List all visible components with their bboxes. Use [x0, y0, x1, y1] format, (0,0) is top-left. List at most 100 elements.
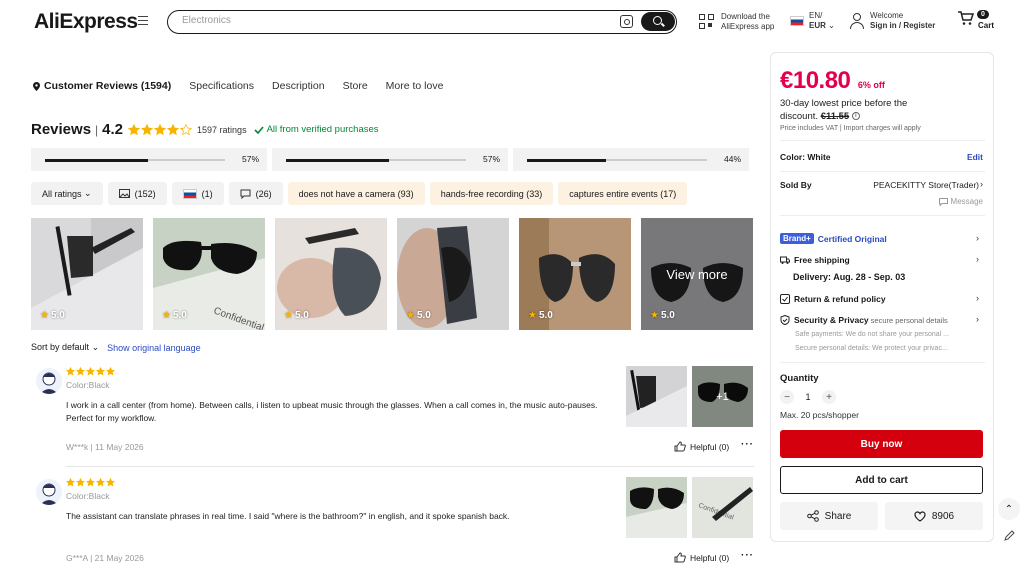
menu-icon[interactable] — [138, 16, 148, 25]
return-policy-row[interactable]: Return & refund policy — [780, 294, 886, 304]
sort-bar: Sort by default ⌄ Show original language — [31, 342, 201, 353]
shield-icon — [780, 315, 790, 325]
lowest-price-note: 30-day lowest price before the discount.… — [780, 98, 908, 122]
increase-quantity-button[interactable]: + — [822, 390, 836, 404]
rating-stars — [128, 123, 193, 136]
search-icon — [653, 16, 662, 25]
sort-dropdown[interactable]: Sort by default ⌄ — [31, 342, 99, 353]
review-thumbnail[interactable]: Confidential — [692, 477, 753, 538]
tab-store[interactable]: Store — [343, 80, 368, 92]
star-icon — [86, 478, 95, 487]
slovakia-flag-icon — [790, 16, 804, 26]
tab-customer-reviews[interactable]: Customer Reviews (1594) — [33, 80, 171, 92]
edit-color-link[interactable]: Edit — [967, 152, 983, 162]
star-icon — [76, 478, 85, 487]
review-filters: All ratings ⌄ (152) (1) (26) does not ha… — [31, 182, 692, 205]
chevron-right-icon: › — [976, 314, 979, 324]
review-photo[interactable]: ★ 5.0 — [31, 218, 143, 330]
filter-photos[interactable]: (152) — [107, 182, 167, 205]
truck-icon — [780, 256, 790, 264]
sold-by-label: Sold By — [780, 180, 812, 190]
divider — [780, 140, 985, 141]
review-photo[interactable]: ★ 5.0 — [397, 218, 509, 330]
star-icon — [106, 367, 115, 376]
cart-button[interactable]: 0 Cart — [957, 10, 994, 31]
search-input[interactable] — [182, 15, 602, 26]
avatar — [36, 368, 62, 394]
review-stars — [66, 478, 116, 487]
review-photo[interactable]: ★ 5.0 — [275, 218, 387, 330]
review-thumbnail[interactable] — [626, 366, 687, 427]
decrease-quantity-button[interactable]: − — [780, 390, 794, 404]
download-app-link[interactable]: Download the AliExpress app — [699, 12, 774, 32]
search-button[interactable] — [641, 12, 675, 31]
price: €10.80 — [780, 67, 851, 94]
tab-description[interactable]: Description — [272, 80, 325, 92]
rating-bar-fill — [45, 158, 148, 162]
filter-comments[interactable]: (26) — [228, 182, 283, 205]
add-to-cart-button[interactable]: Add to cart — [780, 466, 983, 494]
image-search-icon[interactable] — [620, 15, 633, 28]
delivery-estimate: Delivery: Aug. 28 - Sep. 03 — [793, 272, 906, 282]
thumbs-up-icon — [674, 552, 686, 563]
chevron-right-icon: › — [976, 293, 979, 303]
slovakia-flag-icon — [182, 188, 197, 199]
star-icon: ★ — [162, 310, 171, 321]
aliexpress-logo[interactable]: AliExpress — [34, 10, 138, 34]
scroll-to-top-button[interactable]: ⌃ — [998, 498, 1020, 520]
free-shipping-row[interactable]: Free shipping — [780, 255, 850, 265]
review-photo[interactable]: ★ 5.0 — [519, 218, 631, 330]
share-button[interactable]: Share — [780, 502, 878, 530]
review-thumbnail[interactable] — [626, 477, 687, 538]
more-photos-count: +1 — [692, 366, 753, 427]
filter-tag-captures-events[interactable]: captures entire events (17) — [558, 182, 688, 205]
brand-plus-badge: Brand+ — [780, 233, 814, 244]
tab-specifications[interactable]: Specifications — [189, 80, 254, 92]
message-button[interactable]: Message — [938, 197, 983, 206]
star-icon — [96, 367, 105, 376]
review-text: The assistant can translate phrases in r… — [66, 511, 510, 521]
location-pin-icon — [33, 81, 40, 91]
filter-country[interactable]: (1) — [171, 182, 224, 205]
review-text: I work in a call center (from home). Bet… — [66, 400, 598, 423]
brand-certified-row[interactable]: Brand+ Certified Original — [780, 233, 887, 244]
filter-tag-no-camera[interactable]: does not have a camera (93) — [287, 182, 425, 205]
buy-now-button[interactable]: Buy now — [780, 430, 983, 458]
secure-details-note: Secure personal details: We protect your… — [795, 345, 948, 352]
account-menu[interactable]: Welcome Sign in / Register — [850, 11, 935, 31]
star-icon: ★ — [40, 310, 49, 321]
welcome-text: Welcome — [870, 11, 904, 20]
review-thumbnail-more[interactable]: +1 — [692, 366, 753, 427]
security-privacy-row[interactable]: Security & Privacy secure personal detai… — [780, 315, 948, 325]
discount-badge: 6% off — [857, 80, 885, 90]
signin-link[interactable]: Sign in / Register — [870, 21, 935, 30]
filter-tag-hands-free[interactable]: hands-free recording (33) — [429, 182, 554, 205]
feedback-edit-button[interactable] — [998, 524, 1020, 546]
chevron-right-icon: › — [980, 179, 983, 189]
tab-more-to-love[interactable]: More to love — [386, 80, 444, 92]
app-line1: Download the — [721, 12, 770, 21]
review-photo-view-more[interactable]: View more ★ 5.0 — [641, 218, 753, 330]
helpful-button[interactable]: Helpful (0) — [674, 552, 729, 563]
store-link[interactable]: PEACEKITTY Store(Trader) — [873, 180, 979, 190]
average-score: 4.2 — [102, 121, 124, 138]
star-icon — [128, 123, 141, 135]
rating-bar: 57% — [31, 148, 267, 171]
wishlist-button[interactable]: 8906 — [885, 502, 983, 530]
language-currency-selector[interactable]: EN/ EUR ⌄ — [790, 11, 835, 31]
helpful-button[interactable]: Helpful (0) — [674, 441, 729, 452]
more-options-icon[interactable]: ··· — [741, 439, 754, 450]
image-icon — [118, 189, 130, 198]
info-icon[interactable]: i — [851, 112, 860, 121]
more-options-icon[interactable]: ··· — [741, 550, 754, 561]
rating-bars: 57% 57% 44% — [31, 148, 754, 171]
divider — [780, 171, 985, 172]
quantity-value[interactable]: 1 — [794, 392, 822, 402]
rating-bar: 44% — [513, 148, 749, 171]
review-photo[interactable]: Confidential ★ 5.0 — [153, 218, 265, 330]
checkmark-icon — [254, 125, 264, 134]
review-item: Color:Black The assistant can translate … — [36, 477, 754, 577]
filter-all-ratings[interactable]: All ratings ⌄ — [31, 182, 103, 205]
show-original-language-link[interactable]: Show original language — [107, 343, 201, 353]
comment-icon — [240, 189, 251, 199]
